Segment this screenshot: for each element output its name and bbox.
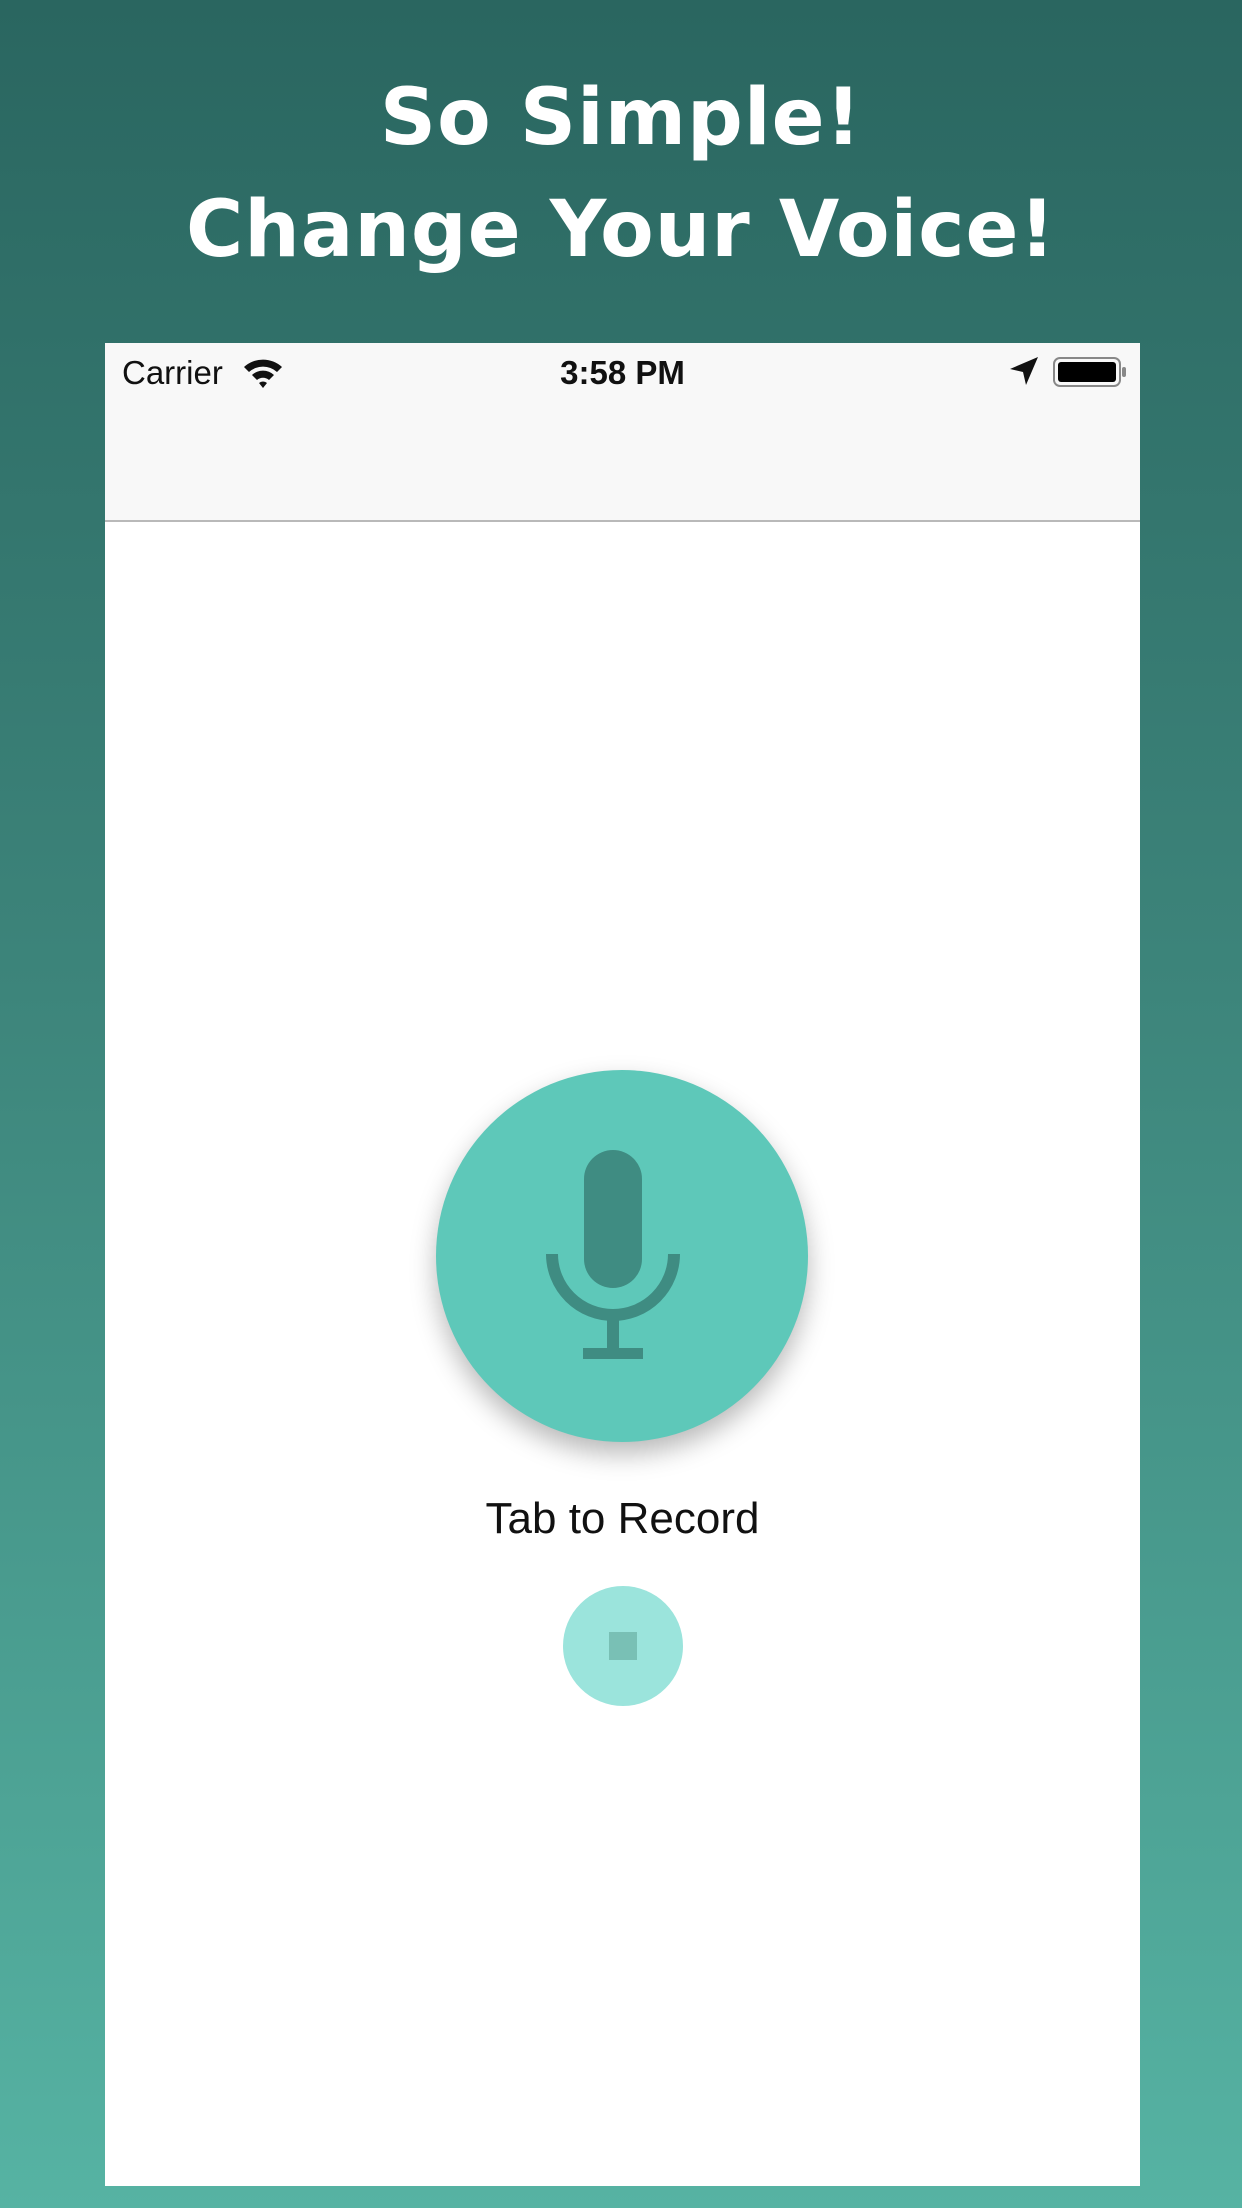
headline-line-1: So Simple! <box>379 73 863 163</box>
stop-icon <box>609 1632 637 1660</box>
microphone-icon <box>546 1150 680 1359</box>
status-time: 3:58 PM <box>560 354 685 391</box>
record-button[interactable] <box>436 1070 808 1442</box>
navigation-bar: Carrier 3:58 PM <box>105 343 1140 522</box>
phone-screen: Carrier 3:58 PM Tab to Record <box>105 343 1140 2186</box>
promo-headline: So Simple! Change Your Voice! <box>0 62 1242 286</box>
record-hint-label: Tab to Record <box>485 1494 760 1543</box>
battery-icon <box>1053 357 1126 387</box>
headline-line-2: Change Your Voice! <box>185 185 1057 275</box>
stop-button[interactable] <box>563 1586 683 1706</box>
location-arrow-icon <box>1010 357 1038 385</box>
